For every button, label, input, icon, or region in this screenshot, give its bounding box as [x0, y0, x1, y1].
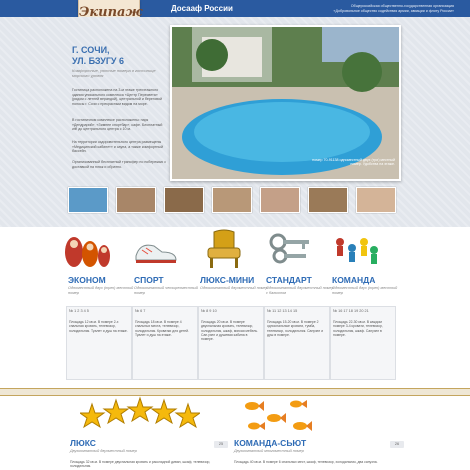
category-sub-komanda: Одноместный двух (трех) местный номер	[332, 286, 398, 295]
room-numbers-komanda[interactable]: № 16 17 18 19 20 21	[333, 309, 369, 313]
thumbnail-3[interactable]	[164, 187, 204, 213]
org-description: Общероссийская общественно-государственн…	[254, 4, 454, 14]
goldfish-icon	[245, 400, 312, 431]
hotel-para-2: В гостиничном комплексе расположены: пар…	[72, 118, 163, 132]
category-card-standard	[264, 306, 330, 380]
hotel-para-1: Гостиница расположена на 3-м этаже трехэ…	[72, 88, 162, 106]
category-sub-econom: Одноместный двух (трех) местный номер	[68, 286, 134, 295]
thumbnail-4[interactable]	[212, 187, 252, 213]
category-title-komanda[interactable]: КОМАНДА	[332, 275, 375, 285]
suite-badge-lux: 25	[214, 441, 228, 448]
address-street: УЛ. БЗУГУ 6	[72, 56, 125, 66]
thumbnail-5[interactable]	[260, 187, 300, 213]
stars-icon	[80, 396, 200, 429]
category-sub-lux-mini: Однокомнатный двухместный номер	[200, 286, 268, 290]
thumbnail-strip	[68, 187, 408, 213]
photo-caption: номер 70-91138 одноместный двух (три) ме…	[312, 158, 395, 167]
thumbnail-6[interactable]	[308, 187, 348, 213]
category-title-lux-mini[interactable]: ЛЮКС-МИНИ	[200, 275, 254, 285]
room-numbers-lux-mini[interactable]: № 8 9 10	[201, 309, 217, 313]
category-title-sport[interactable]: СПОРТ	[134, 275, 164, 285]
category-card-sport	[132, 306, 198, 380]
category-sub-sport: Однокомнатный четырехместный номер	[134, 286, 198, 295]
address-city: Г. СОЧИ,	[72, 45, 110, 55]
game-pieces-icon	[336, 238, 378, 264]
category-card-komanda	[330, 306, 396, 380]
category-title-econom[interactable]: ЭКОНОМ	[68, 275, 106, 285]
category-desc-econom: Площадь 12 кв.м. В номере 2-х спальная к…	[69, 320, 128, 333]
room-numbers-standard[interactable]: № 11 12 13 14 15	[267, 309, 297, 313]
suite-badge-komanda-suite: 26	[390, 441, 404, 448]
hotel-address: Г. СОЧИ, УЛ. БЗУГУ 6	[72, 45, 124, 67]
category-desc-standard: Площадь 15-20 кв.м. В номере 2 односпаль…	[267, 320, 324, 337]
org-line-2: «Добровольное общество содействия армии,…	[333, 9, 454, 13]
keys-icon	[269, 233, 309, 264]
armchair-icon	[207, 229, 241, 268]
suite-title-komanda-suite[interactable]: КОМАНДА-СЬЮТ	[234, 438, 306, 448]
category-sub-standard: Однокомнатный двухместный номер с балкон…	[266, 286, 334, 295]
category-desc-lux-mini: Площадь 20 кв.м. В номере двуспальная кр…	[201, 320, 259, 342]
section-divider	[0, 388, 470, 396]
category-card-lux-mini	[198, 306, 264, 380]
category-card-econom	[66, 306, 132, 380]
pool-image	[172, 27, 399, 179]
thumbnail-7[interactable]	[356, 187, 396, 213]
suite-sub-lux: Двухкомнатный двухместный номер	[70, 449, 137, 453]
suite-desc-komanda-suite: Площадь 40 кв.м. В номере 6 спальных мес…	[234, 460, 378, 464]
room-numbers-econom[interactable]: № 1 2 3 4 5	[69, 309, 89, 313]
site-title[interactable]: Досааф России	[171, 4, 233, 13]
thumbnail-2[interactable]	[116, 187, 156, 213]
hotel-para-4: Организованный бесплатный трансфер по по…	[72, 160, 167, 169]
category-title-standard[interactable]: СТАНДАРТ	[266, 275, 312, 285]
hotel-tagline: Комфортные, уютные номера в гостинице мо…	[72, 68, 156, 78]
sneakers-icon	[135, 244, 177, 263]
category-desc-komanda: Площадь 22-30 кв.м. В каждом номере 3-4 …	[333, 320, 383, 337]
suite-desc-lux: Площадь 32 кв.м. В номере двуспальная кр…	[70, 460, 211, 469]
matryoshka-icon	[65, 237, 110, 267]
suite-title-lux[interactable]: ЛЮКС	[70, 438, 96, 448]
hotel-para-3: На территории оздоровительного центра ра…	[72, 140, 164, 154]
suite-sub-komanda-suite: Двухкомнатный многоместный номер	[234, 449, 304, 453]
room-numbers-sport[interactable]: № 6 7	[135, 309, 145, 313]
thumbnail-1[interactable]	[68, 187, 108, 213]
category-desc-sport: Площадь 18 кв.м. В номере 4 спальных мес…	[135, 320, 189, 337]
